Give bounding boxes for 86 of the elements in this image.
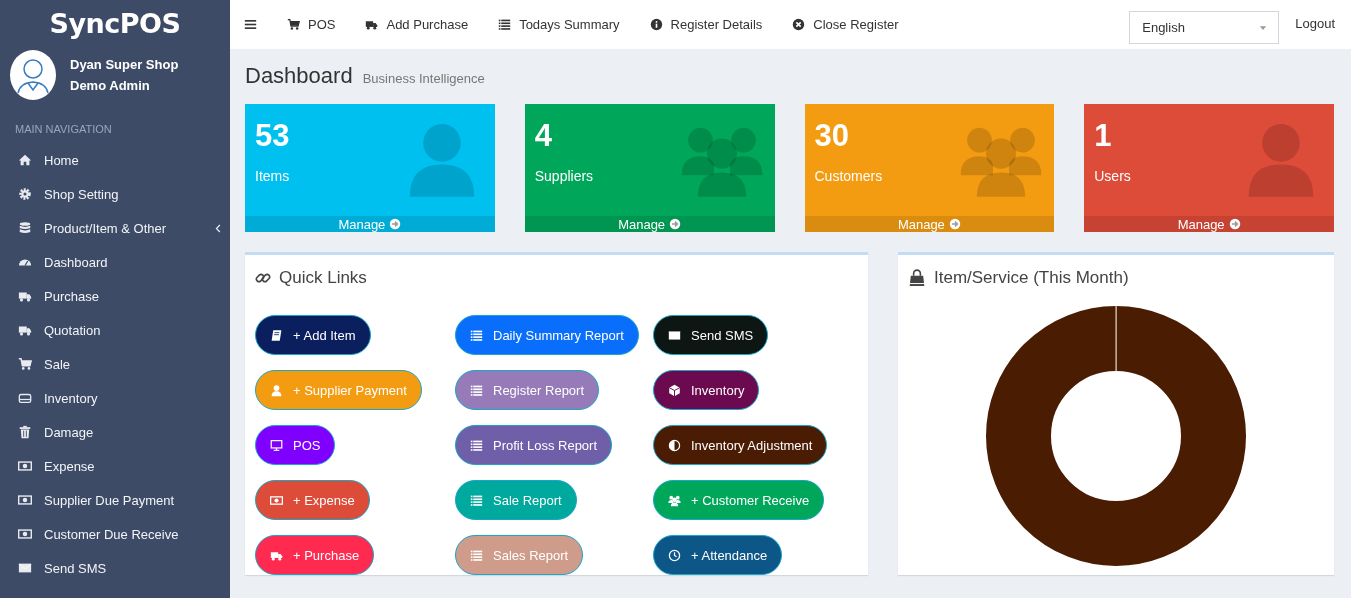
shop-name: Dyan Super Shop bbox=[70, 57, 179, 72]
nav-item[interactable]: Supplier Due Payment bbox=[0, 483, 230, 517]
quick-link-button[interactable]: Daily Summary Report bbox=[455, 315, 639, 355]
banknote-icon bbox=[18, 527, 32, 541]
list-icon bbox=[498, 18, 512, 31]
section-header: MAIN NAVIGATION bbox=[14, 122, 113, 137]
user-icon bbox=[270, 383, 283, 397]
arrow-circle-icon bbox=[669, 218, 682, 230]
logout-link[interactable]: Logout bbox=[1295, 16, 1335, 31]
nav-link[interactable]: Add Purchase bbox=[365, 17, 469, 32]
nav-link[interactable]: POS bbox=[287, 17, 336, 32]
nav-item[interactable]: Home bbox=[0, 143, 230, 177]
quick-link-button[interactable]: + Purchase bbox=[255, 535, 375, 575]
envelope-icon bbox=[18, 561, 32, 575]
contrast-icon bbox=[668, 438, 681, 452]
quick-link-button[interactable]: + Add Item bbox=[255, 315, 371, 355]
envelope-icon bbox=[668, 328, 681, 342]
nav-item[interactable]: Dashboard bbox=[0, 245, 230, 279]
stat-label: Suppliers bbox=[534, 168, 594, 184]
nav-link[interactable]: Todays Summary bbox=[498, 17, 620, 32]
drive-icon bbox=[18, 391, 32, 405]
banknote-icon bbox=[18, 493, 32, 507]
arrow-circle-icon bbox=[1228, 218, 1241, 230]
nav-item[interactable]: Send SMS bbox=[0, 551, 230, 585]
home-icon bbox=[18, 153, 32, 167]
close-circle-icon bbox=[792, 18, 806, 31]
language-select[interactable]: English bbox=[1129, 11, 1280, 44]
manage-link[interactable]: Manage bbox=[524, 216, 775, 232]
banknote-icon bbox=[18, 459, 32, 473]
quick-link-button[interactable]: + Expense bbox=[255, 480, 370, 520]
stat-value: 30 bbox=[814, 118, 849, 154]
menu-button[interactable] bbox=[244, 18, 257, 31]
page-title: Dashboard bbox=[245, 63, 353, 89]
monitor-icon bbox=[270, 438, 283, 452]
stat-label: Users bbox=[1094, 168, 1131, 184]
nav-item[interactable]: Customer Due Receive bbox=[0, 517, 230, 551]
settings-icon bbox=[18, 187, 32, 201]
cube-icon bbox=[668, 383, 681, 397]
list-icon bbox=[470, 548, 483, 562]
cart-icon bbox=[287, 18, 300, 31]
quick-link-button[interactable]: Inventory Adjustment bbox=[653, 425, 828, 465]
info-icon bbox=[649, 18, 663, 31]
stat-value: 53 bbox=[255, 118, 290, 154]
user-role: Demo Admin bbox=[70, 78, 151, 93]
users-icon bbox=[668, 493, 681, 507]
quick-link-button[interactable]: Send SMS bbox=[653, 315, 769, 355]
quick-link-button[interactable]: POS bbox=[255, 425, 336, 465]
stat-value: 1 bbox=[1094, 118, 1112, 154]
nav-link[interactable]: Register Details bbox=[649, 17, 763, 32]
banknote-icon bbox=[270, 493, 283, 507]
nav-item[interactable]: Product/Item & Other bbox=[0, 211, 230, 245]
cart-icon bbox=[18, 357, 32, 371]
page-subtitle: Business Intelligence bbox=[362, 71, 485, 86]
truck-icon bbox=[365, 18, 379, 31]
list-icon bbox=[470, 438, 483, 452]
list-icon bbox=[470, 383, 483, 397]
clock-icon bbox=[668, 548, 681, 562]
nav-item[interactable]: Inventory bbox=[0, 381, 230, 415]
stat-value: 4 bbox=[534, 118, 552, 154]
nav-item[interactable]: Sale bbox=[0, 347, 230, 381]
quick-link-button[interactable]: + Attendance bbox=[653, 535, 783, 575]
nav-link[interactable]: Close Register bbox=[792, 17, 899, 32]
menu-icon bbox=[244, 18, 257, 31]
nav-item[interactable]: Purchase bbox=[0, 279, 230, 313]
nav-item[interactable]: Expense bbox=[0, 449, 230, 483]
list-icon bbox=[470, 328, 483, 342]
book-icon bbox=[270, 328, 283, 342]
nav-item[interactable]: Damage bbox=[0, 415, 230, 449]
nav-item[interactable]: Shop Setting bbox=[0, 177, 230, 211]
shopping-bag-icon bbox=[908, 268, 926, 287]
card-title: Quick Links bbox=[279, 267, 367, 288]
arrow-circle-icon bbox=[948, 218, 961, 230]
nav-item[interactable]: Quotation bbox=[0, 313, 230, 347]
quick-link-button[interactable]: Inventory bbox=[653, 370, 760, 410]
avatar-drawing bbox=[10, 50, 56, 100]
quick-link-button[interactable]: Profit Loss Report bbox=[455, 425, 613, 465]
quick-link-button[interactable]: Register Report bbox=[455, 370, 600, 410]
manage-link[interactable]: Manage bbox=[1084, 216, 1334, 232]
stat-label: Customers bbox=[814, 168, 883, 184]
arrow-circle-icon bbox=[389, 218, 402, 230]
trash-icon bbox=[18, 425, 32, 439]
list-icon bbox=[470, 493, 483, 507]
card-title: Item/Service (This Month) bbox=[934, 267, 1129, 288]
database-icon bbox=[18, 221, 32, 235]
app-logo: SyncPOS bbox=[48, 7, 182, 41]
stat-label: Items bbox=[255, 168, 290, 184]
